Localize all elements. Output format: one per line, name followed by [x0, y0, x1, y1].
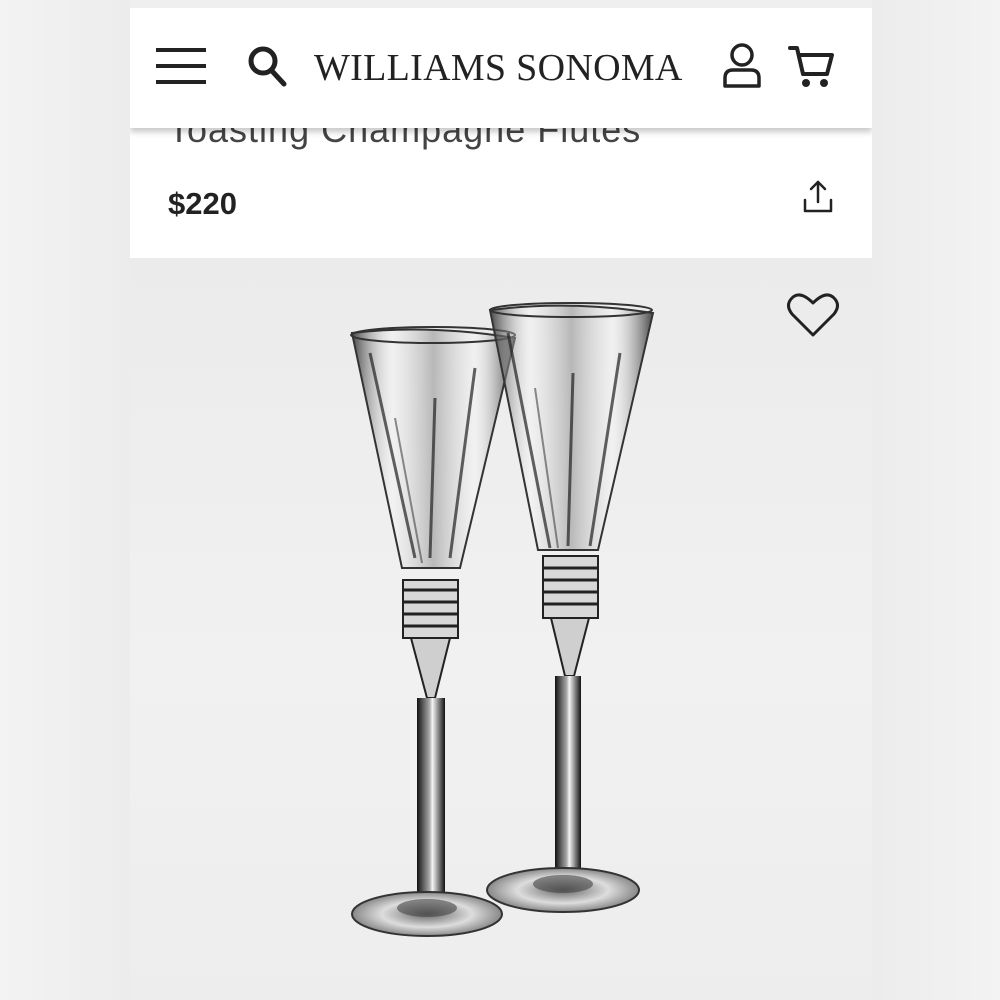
product-image[interactable]: [130, 258, 872, 1000]
menu-button[interactable]: [156, 44, 206, 88]
share-icon: [803, 180, 833, 213]
heart-icon: [787, 293, 839, 337]
cart-button[interactable]: [788, 42, 836, 90]
brand-logo[interactable]: WILLIAMS SONOMA: [314, 46, 698, 90]
right-flute: [486, 302, 655, 913]
search-icon: [248, 46, 287, 87]
site-header: WILLIAMS SONOMA: [130, 8, 872, 128]
search-button[interactable]: [246, 44, 288, 88]
shopping-cart-icon: [788, 46, 834, 87]
backdrop-left: [0, 0, 130, 1000]
share-button[interactable]: [800, 178, 836, 218]
favorite-button[interactable]: [786, 290, 840, 340]
left-flute: [350, 326, 517, 937]
product-hero: [130, 258, 872, 1000]
product-price: $220: [168, 186, 237, 221]
hamburger-menu-icon: [156, 48, 206, 84]
backdrop-right: [872, 0, 1000, 1000]
phone-screen: Toasting Champagne Flutes WILLIAMS SONOM…: [130, 8, 872, 1000]
account-button[interactable]: [722, 42, 762, 88]
user-account-icon: [723, 43, 761, 88]
